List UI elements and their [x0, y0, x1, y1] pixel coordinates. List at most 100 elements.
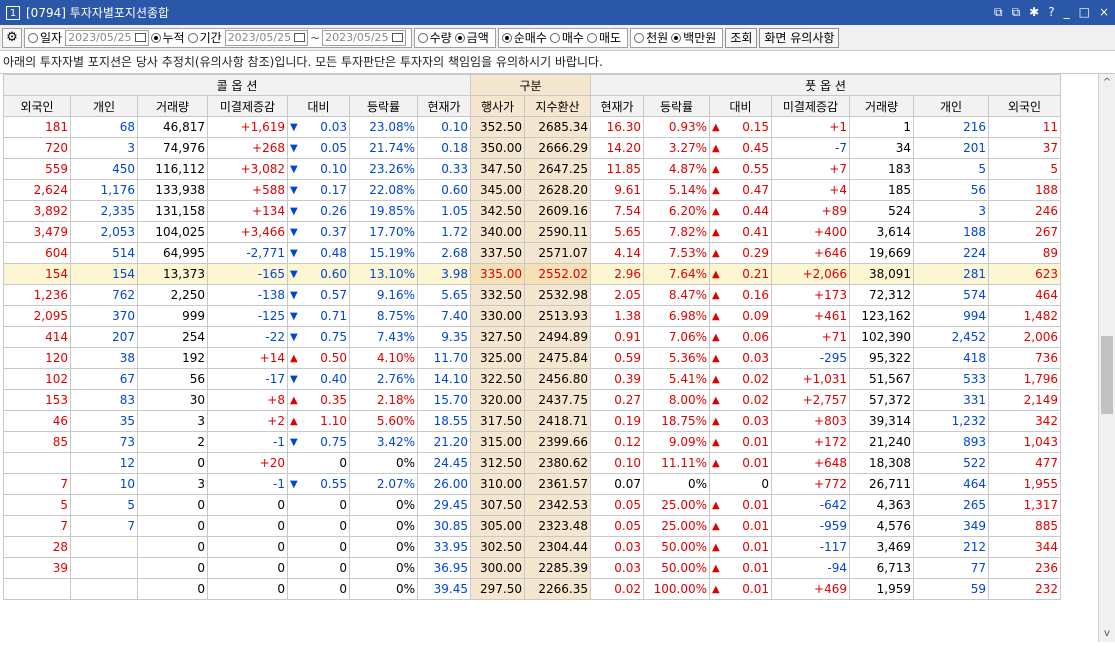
table-cell: ▼ 0.71	[287, 305, 350, 327]
table-row[interactable]: 46 35 3 +2 ▲ 1.10 5.60% 18.55 317.50 2418.71 0.19 1…	[3, 410, 1061, 432]
table-row[interactable]: 12 0 +20 0 0% 24.45 312.50 2380.62 0.10 11.11% ▲ 0.…	[3, 452, 1061, 474]
date-input-2[interactable]: 2023/05/25	[224, 29, 309, 46]
scroll-thumb[interactable]	[1101, 336, 1113, 414]
table-cell: 1,232	[913, 410, 989, 432]
table-cell: 67	[70, 368, 138, 390]
table-row[interactable]: 414 207 254 -22 ▼ 0.75 7.43% 9.35 327.50 2494.89 0…	[3, 326, 1061, 348]
table-cell: 0	[207, 578, 288, 600]
table-cell: 2418.71	[524, 410, 591, 432]
table-cell: 18.55	[417, 410, 471, 432]
table-row[interactable]: 39 0 0 0 0% 36.95 300.00 2285.39 0.03 50.00% ▲ 0.01…	[3, 557, 1061, 579]
radio-quantity[interactable]: 수량	[417, 29, 452, 46]
change-value: 0.03	[742, 351, 769, 365]
column-header: 등락률	[349, 95, 418, 117]
change-value: 0.16	[742, 288, 769, 302]
vertical-scrollbar[interactable]: ^ v	[1098, 74, 1115, 642]
table-cell: 347.50	[470, 158, 525, 180]
up-arrow-icon: ▲	[712, 457, 720, 469]
change-value: 1.10	[320, 414, 347, 428]
table-cell: 83	[70, 389, 138, 411]
screen-notes-button[interactable]: 화면 유의사항	[759, 27, 840, 48]
date-input-1[interactable]: 2023/05/25	[65, 29, 149, 46]
table-row[interactable]: 3,892 2,335 131,158 +134 ▼ 0.26 19.85% 1.05 342.…	[3, 200, 1061, 222]
column-header: 대비	[287, 95, 350, 117]
scroll-down-icon[interactable]: v	[1099, 625, 1115, 642]
table-cell: 4,363	[849, 494, 914, 516]
up-arrow-icon: ▲	[290, 415, 298, 427]
change-wrap: ▲ 0.01	[712, 498, 769, 512]
table-row[interactable]: 2,095 370 999 -125 ▼ 0.71 8.75% 7.40 330.00 2513.…	[3, 305, 1061, 327]
table-cell: 307.50	[470, 494, 525, 516]
window-copy-icon[interactable]: ⧉	[1012, 5, 1021, 20]
radio-amount[interactable]: 금액	[454, 29, 489, 46]
table-cell: 2590.11	[524, 221, 591, 243]
calendar-icon[interactable]	[134, 33, 146, 42]
table-cell: 317.50	[470, 410, 525, 432]
table-row[interactable]: 0 0 0 0% 39.45 297.50 2266.35 0.02 100.00% ▲ 0.01 +…	[3, 578, 1061, 600]
trade-group: 순매수 매수 매도	[497, 27, 629, 48]
help-icon[interactable]: ?	[1048, 5, 1054, 20]
table-cell: ▲ 0.03	[709, 347, 772, 369]
table-cell: -959	[771, 515, 850, 537]
table-row[interactable]: 181 68 46,817 +1,619 ▼ 0.03 23.08% 0.10 352.50 26…	[3, 116, 1061, 138]
radio-thousand-won[interactable]: 천원	[634, 29, 668, 46]
change-value: 0.60	[320, 267, 347, 281]
table-cell: 74,976	[137, 137, 208, 159]
table-cell: 2.18%	[349, 389, 418, 411]
gear-icon[interactable]: ⚙	[2, 27, 22, 48]
table-cell: 885	[988, 515, 1061, 537]
table-cell: 18.75%	[643, 410, 710, 432]
radio-million-won[interactable]: 백만원	[671, 29, 716, 46]
table-cell: 6.98%	[643, 305, 710, 327]
radio-net-buy[interactable]: 순매수	[501, 29, 547, 46]
table-cell: ▲ 1.10	[287, 410, 350, 432]
pin-icon[interactable]: ✱	[1029, 5, 1039, 20]
table-row[interactable]: 153 83 30 +8 ▲ 0.35 2.18% 15.70 320.00 2437.75 0.2…	[3, 389, 1061, 411]
table-row[interactable]: 102 67 56 -17 ▼ 0.40 2.76% 14.10 322.50 2456.80 0.…	[3, 368, 1061, 390]
table-row[interactable]: 720 3 74,976 +268 ▼ 0.05 21.74% 0.18 350.00 2666.…	[3, 137, 1061, 159]
table-row[interactable]: 154 154 13,373 -165 ▼ 0.60 13.10% 3.98 335.00 255…	[3, 263, 1061, 285]
table-row[interactable]: 2,624 1,176 133,938 +588 ▼ 0.17 22.08% 0.60 345.…	[3, 179, 1061, 201]
table-row[interactable]: 28 0 0 0 0% 33.95 302.50 2304.44 0.03 50.00% ▲ 0.01…	[3, 536, 1061, 558]
table-row[interactable]: 604 514 64,995 -2,771 ▼ 0.48 15.19% 2.68 337.50 2…	[3, 242, 1061, 264]
maximize-button[interactable]: □	[1079, 5, 1090, 20]
change-wrap: ▲ 0.01	[712, 519, 769, 533]
table-row[interactable]: 85 73 2 -1 ▼ 0.75 3.42% 21.20 315.00 2399.66 0.12 9…	[3, 431, 1061, 453]
table-cell: 305.00	[470, 515, 525, 537]
table-cell: 8.00%	[643, 389, 710, 411]
radio-buy[interactable]: 매수	[549, 29, 584, 46]
table-cell: 345.00	[470, 179, 525, 201]
close-button[interactable]: ×	[1099, 5, 1109, 20]
table-row[interactable]: 1,236 762 2,250 -138 ▼ 0.57 9.16% 5.65 332.50 253…	[3, 284, 1061, 306]
table-cell: 320.00	[470, 389, 525, 411]
date-input-3[interactable]: 2023/05/25	[322, 29, 406, 46]
table-row[interactable]: 7 10 3 -1 ▼ 0.55 2.07% 26.00 310.00 2361.57 0.07 0%…	[3, 473, 1061, 495]
table-row[interactable]: 559 450 116,112 +3,082 ▼ 0.10 23.26% 0.33 347.50…	[3, 158, 1061, 180]
radio-cumulative[interactable]: 누적	[150, 29, 185, 46]
query-button[interactable]: 조회	[725, 27, 758, 48]
table-cell: 0.19	[590, 410, 644, 432]
radio-daily[interactable]: 일자	[28, 29, 62, 46]
table-cell: 23.26%	[349, 158, 418, 180]
minimize-button[interactable]: _	[1064, 5, 1070, 20]
table-cell: 26,711	[849, 473, 914, 495]
table-cell: 2266.35	[524, 578, 591, 600]
radio-period[interactable]: 기간	[187, 29, 222, 46]
table-cell: +2,066	[771, 263, 850, 285]
window-link-icon[interactable]: ⧉	[994, 5, 1003, 20]
table-row[interactable]: 3,479 2,053 104,025 +3,466 ▼ 0.37 17.70% 1.72 34…	[3, 221, 1061, 243]
table-cell: +1	[771, 116, 850, 138]
table-row[interactable]: 120 38 192 +14 ▲ 0.50 4.10% 11.70 325.00 2475.84 0…	[3, 347, 1061, 369]
change-value: 0.21	[742, 267, 769, 281]
table-cell: 3,479	[3, 221, 71, 243]
calendar-icon[interactable]	[294, 33, 306, 42]
calendar-icon[interactable]	[391, 33, 403, 42]
table-cell: 201	[913, 137, 989, 159]
change-value: 0.75	[320, 435, 347, 449]
scroll-up-icon[interactable]: ^	[1099, 74, 1115, 91]
table-cell: 89	[988, 242, 1061, 264]
table-row[interactable]: 5 5 0 0 0 0% 29.45 307.50 2342.53 0.05 25.00% ▲ 0.01…	[3, 494, 1061, 516]
table-row[interactable]: 7 7 0 0 0 0% 30.85 305.00 2323.48 0.05 25.00% ▲ 0.01…	[3, 515, 1061, 537]
table-cell: 14.20	[590, 137, 644, 159]
radio-sell[interactable]: 매도	[586, 29, 621, 46]
